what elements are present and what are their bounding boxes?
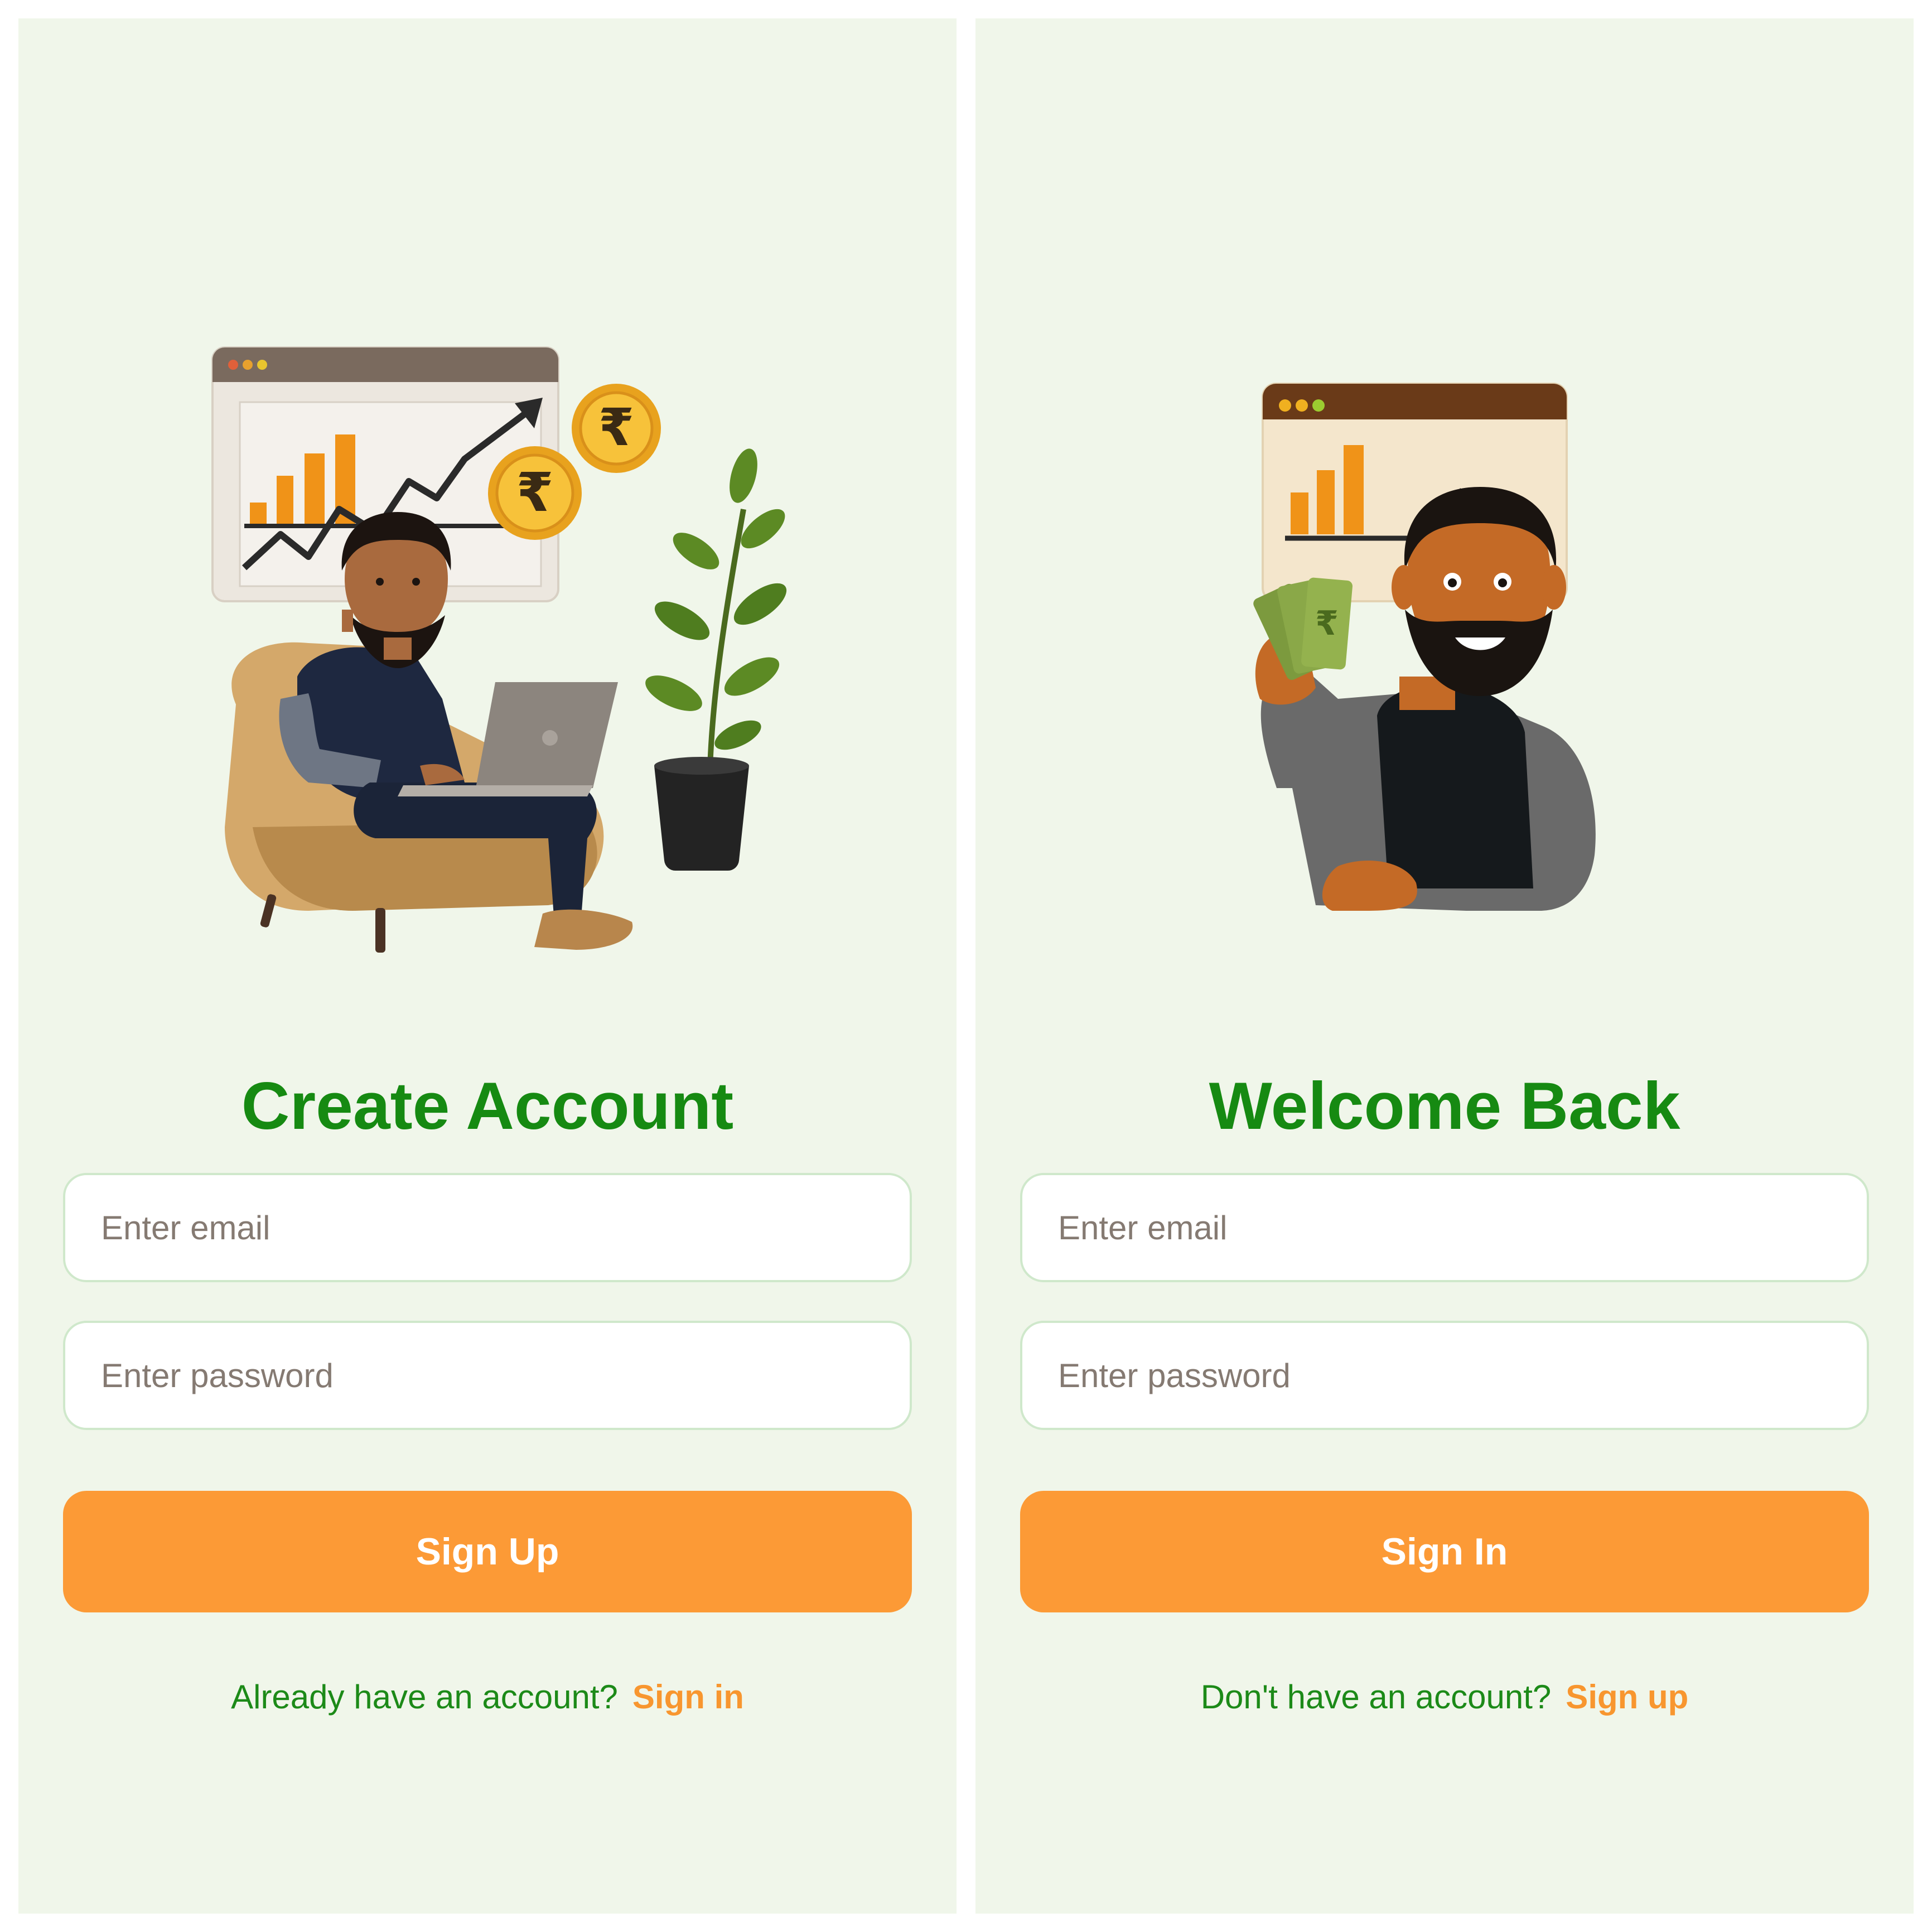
svg-text:₹: ₹: [516, 461, 554, 524]
password-input[interactable]: [63, 1321, 912, 1430]
email-input[interactable]: [63, 1173, 912, 1282]
signin-prompt-text: Already have an account?: [231, 1678, 618, 1716]
page-title: Create Account: [241, 1069, 734, 1143]
password-input[interactable]: [1020, 1321, 1869, 1430]
email-input[interactable]: [1020, 1173, 1869, 1282]
signup-panel: ₹ ₹ Create Account Enter email Sign Up A…: [18, 18, 957, 1914]
signin-illustration: ₹: [1253, 383, 1596, 911]
rupee-coin-icon: ₹: [488, 446, 582, 540]
sign-in-link[interactable]: Sign in: [632, 1678, 744, 1716]
signup-illustration: ₹ ₹: [211, 346, 787, 953]
sign-up-button[interactable]: Sign Up: [63, 1491, 912, 1612]
potted-plant-icon: [645, 448, 787, 871]
signin-panel: ₹ Welcome Back Sign In Don't have an acc…: [975, 18, 1914, 1914]
svg-text:₹: ₹: [1315, 604, 1339, 643]
sign-up-link[interactable]: Sign up: [1566, 1678, 1688, 1716]
page-title: Welcome Back: [1209, 1069, 1680, 1143]
rupee-coin-icon: ₹: [572, 384, 661, 473]
signup-prompt-text: Don't have an account?: [1200, 1678, 1552, 1716]
signup-prompt: Don't have an account? Sign up: [975, 1672, 1914, 1722]
signin-prompt: Already have an account? Sign in: [18, 1672, 957, 1722]
sign-in-button[interactable]: Sign In: [1020, 1491, 1869, 1612]
svg-text:₹: ₹: [598, 398, 634, 457]
